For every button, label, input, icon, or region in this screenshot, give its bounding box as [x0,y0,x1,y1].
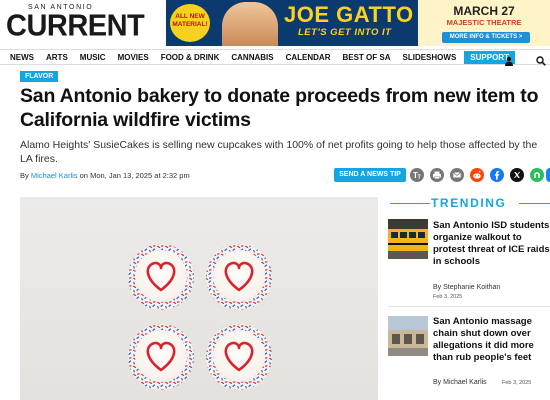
text-size-icon[interactable]: TT [410,168,424,182]
search-icon[interactable] [536,53,546,66]
article-headline: San Antonio bakery to donate proceeds fr… [20,85,539,131]
user-icon[interactable] [504,53,514,66]
ad-date: MARCH 27 [453,4,515,18]
trending-rule-right [519,203,550,204]
cupcakes-photo [128,244,272,390]
facebook-icon[interactable] [490,168,504,182]
logo-wordmark: CURRENT [6,9,145,43]
publish-date: on Mon, Jan 13, 2025 at 2:32 pm [79,171,190,180]
cupcake [206,244,272,310]
trending-item-title[interactable]: San Antonio ISD students organize walkou… [433,220,550,268]
category-tag[interactable]: FLAVOR [20,71,59,82]
ad-badge: ALL NEW MATERIAL! [170,4,210,42]
trending-thumbnail-storefront[interactable] [388,316,428,356]
nextdoor-icon[interactable] [530,168,544,182]
nav-item-best-of-sa[interactable]: BEST OF SA [336,53,396,62]
trending-heading: TRENDING [431,196,507,210]
nav-item-news[interactable]: NEWS [0,53,40,62]
byline: By Michael Karlis on Mon, Jan 13, 2025 a… [20,171,190,180]
byline-prefix: By [20,171,29,180]
trending-item-author[interactable]: By Michael Karlis [433,379,487,386]
trending-divider [388,306,550,307]
main-nav: NEWS ARTS MUSIC MOVIES FOOD & DRINK CANN… [0,49,550,66]
nav-item-calendar[interactable]: CALENDAR [280,53,337,62]
bluesky-icon[interactable] [546,168,550,182]
trending-rule-left [390,203,430,204]
masthead: SAN ANTONIO CURRENT ALL NEW MATERIAL! JO… [0,0,550,48]
nav-item-food-drink[interactable]: FOOD & DRINK [155,53,226,62]
banner-ad[interactable]: ALL NEW MATERIAL! JOE GATTO LET'S GET IN… [166,0,550,46]
ad-tickets-button[interactable]: MORE INFO & TICKETS > [442,32,530,43]
trending-item-author[interactable]: By Stephanie Koithan [433,284,500,291]
ad-title: JOE GATTO [284,2,414,27]
nav-item-movies[interactable]: MOVIES [112,53,155,62]
nav-item-slideshows[interactable]: SLIDESHOWS [397,53,463,62]
cupcake [128,324,194,390]
ad-venue: MAJESTIC THEATRE [446,18,522,27]
site-logo[interactable]: SAN ANTONIO CURRENT [6,4,145,44]
cupcake [206,324,272,390]
ad-subtitle: LET'S GET INTO IT [298,27,392,38]
cupcake [128,244,194,310]
hero-image[interactable] [20,197,378,400]
reddit-icon[interactable] [470,168,484,182]
x-icon[interactable] [510,168,524,182]
ad-performer-photo [222,2,278,46]
trending-item-date: Feb 3, 2025 [502,380,532,386]
send-news-tip-button[interactable]: SEND A NEWS TIP [334,168,406,182]
trending-item-date: Feb 3, 2025 [433,294,463,300]
nav-item-music[interactable]: MUSIC [74,53,112,62]
trending-item-title[interactable]: San Antonio massage chain shut down over… [433,316,550,364]
nav-item-cannabis[interactable]: CANNABIS [225,53,279,62]
ad-event-panel: MARCH 27 MAJESTIC THEATRE MORE INFO & TI… [418,0,550,46]
nav-item-arts[interactable]: ARTS [40,53,74,62]
print-icon[interactable] [430,168,444,182]
svg-text:T: T [418,175,422,181]
email-icon[interactable] [450,168,464,182]
author-link[interactable]: Michael Karlis [31,171,78,180]
trending-thumbnail-school-bus[interactable] [388,219,428,259]
article-dek: Alamo Heights' SusieCakes is selling new… [20,139,538,165]
